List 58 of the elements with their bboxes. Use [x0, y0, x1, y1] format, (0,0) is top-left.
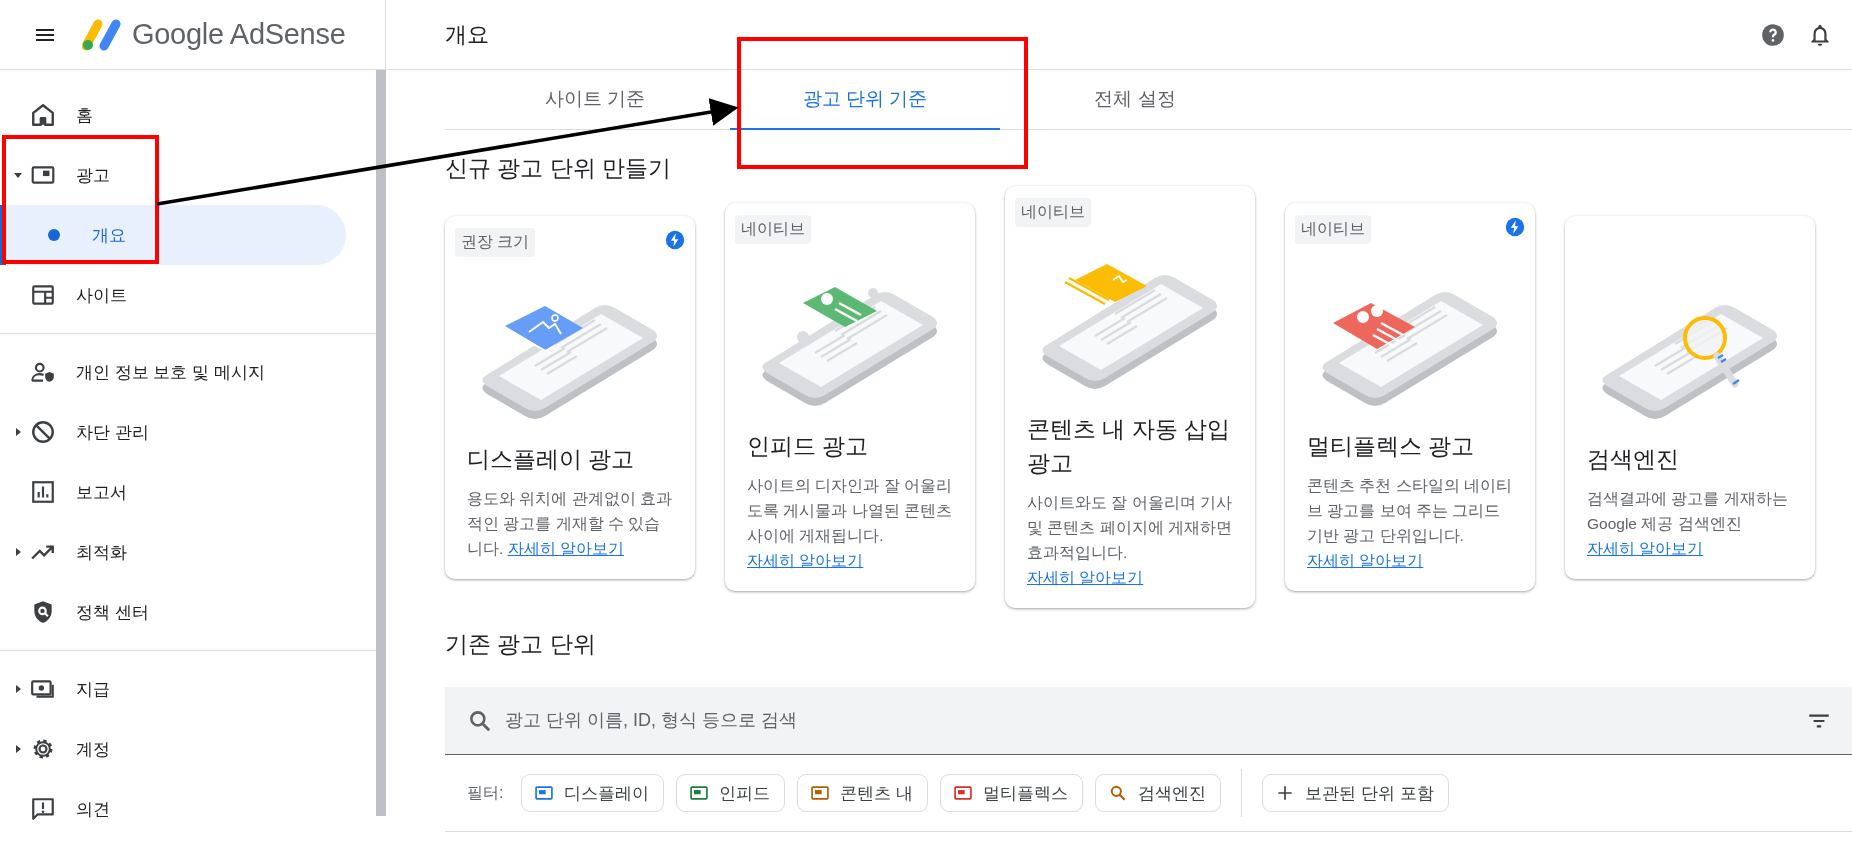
nav-item[interactable]: 광고	[0, 145, 346, 205]
section-heading: 신규 광고 단위 만들기	[445, 154, 673, 183]
tab[interactable]: 사이트 기준	[460, 70, 730, 130]
nav-item[interactable]: 정책 센터	[0, 582, 346, 642]
card-title: 멀티플렉스 광고	[1307, 432, 1476, 461]
card-title: 인피드 광고	[747, 432, 870, 461]
bar-chart-icon	[30, 479, 56, 505]
ad-type-card[interactable]: 네이티브 멀티플렉스 광고 콘텐츠 추천 스타일의 네이티브 광고를 보여 주는 그리드 기반 광고 단위입니다. 자세히 알아보기	[1285, 203, 1535, 591]
page-title: 개요	[445, 20, 490, 49]
filter-chip[interactable]: 디스플레이	[521, 774, 665, 812]
ad-type-card[interactable]: 검색엔진 검색결과에 광고를 게재하는 Google 제공 검색엔진 자세히 알아보기	[1565, 215, 1815, 579]
card-description: 콘텐츠 추천 스타일의 네이티브 광고를 보여 주는 그리드 기반 광고 단위입니다. 자세히 알아보기	[1307, 476, 1513, 571]
nav-item[interactable]: 개인 정보 보호 및 메시지	[0, 342, 346, 402]
nav-subitem[interactable]: 개요	[0, 205, 346, 265]
card-title: 디스플레이 광고	[467, 444, 636, 474]
filter-chip[interactable]: 인피드	[676, 774, 786, 812]
search-field[interactable]: 광고 단위 이름, ID, 형식 등으로 검색	[445, 687, 1852, 755]
nav-item[interactable]: 사이트	[0, 265, 346, 325]
nav-item[interactable]: 계정	[0, 719, 346, 779]
learn-more-link[interactable]: 자세히 알아보기	[1027, 569, 1144, 586]
scrollbar[interactable]	[376, 70, 386, 816]
card-description: 사이트와도 잘 어울리며 기사 및 콘텐츠 페이지에 게재하면 효과적입니다. 자세히 알아보기	[1027, 493, 1233, 588]
nav-item[interactable]: 차단 관리	[0, 402, 346, 462]
filter-chip[interactable]: 멀티플렉스	[940, 774, 1084, 812]
tab[interactable]: 광고 단위 기준	[730, 70, 1000, 130]
learn-more-link[interactable]: 자세히 알아보기	[1307, 552, 1424, 569]
card-description: 검색결과에 광고를 게재하는 Google 제공 검색엔진 자세히 알아보기	[1587, 488, 1789, 559]
product-name: Google AdSense	[132, 18, 346, 51]
nav-item[interactable]: 홈	[0, 85, 346, 145]
format-tag: 네이티브	[1015, 198, 1091, 227]
card-description: 사이트의 디자인과 잘 어울리도록 게시물과 나열된 콘텐츠 사이에 게재됩니다. 자세히 알아보기	[747, 476, 953, 571]
ad-type-card[interactable]: 네이티브 콘텐츠 내 자동 삽입 광고 사이트와도 잘 어울리며 기사 및 콘텐츠 페이지에 게재하면 효과적입니다. 자세히 알아보기	[1005, 186, 1255, 608]
block-icon	[30, 419, 56, 445]
feedback-icon	[30, 796, 56, 822]
home-icon	[30, 102, 56, 128]
learn-more-link[interactable]: 자세히 알아보기	[507, 539, 624, 557]
filter-label: 필터:	[467, 782, 504, 803]
nav-item[interactable]: 의견	[0, 779, 346, 839]
nav-item[interactable]: 최적화	[0, 522, 346, 582]
learn-more-link[interactable]: 자세히 알아보기	[1587, 539, 1704, 557]
format-tag: 네이티브	[1295, 215, 1371, 244]
ad-type-card[interactable]: 네이티브 인피드 광고 사이트의 디자인과 잘 어울리도록 게시물과 나열된 콘텐츠 사이에 게재됩니다. 자세히 알아보기	[725, 203, 975, 591]
include-archived-button[interactable]: 보관된 단위 포함	[1262, 774, 1449, 812]
nav-item[interactable]: 지급	[0, 659, 346, 719]
filter-chip[interactable]: 콘텐츠 내	[797, 774, 929, 812]
card-description: 용도와 위치에 관계없이 효과적인 광고를 게재할 수 있습니다. 자세히 알아보기	[467, 488, 673, 559]
help-icon	[1760, 21, 1786, 48]
card-title: 콘텐츠 내 자동 삽입 광고	[1027, 415, 1232, 478]
format-tag: 네이티브	[735, 215, 811, 244]
tab[interactable]: 전체 설정	[1000, 70, 1270, 130]
format-tag: 권장 크기	[455, 227, 536, 257]
nav-item[interactable]: 보고서	[0, 462, 346, 522]
card-title: 검색엔진	[1587, 444, 1680, 474]
learn-more-link[interactable]: 자세히 알아보기	[747, 552, 864, 569]
site-layout-icon	[30, 282, 56, 308]
ad-type-card[interactable]: 권장 크기 디스플레이 광고 용도와 위치에 관계없이 효과적인 광고를 게재할 수 있습니다. 자세히 알아보기	[445, 215, 695, 579]
section-heading: 기존 광고 단위	[445, 630, 597, 659]
filter-chip[interactable]: 검색엔진	[1095, 774, 1222, 812]
